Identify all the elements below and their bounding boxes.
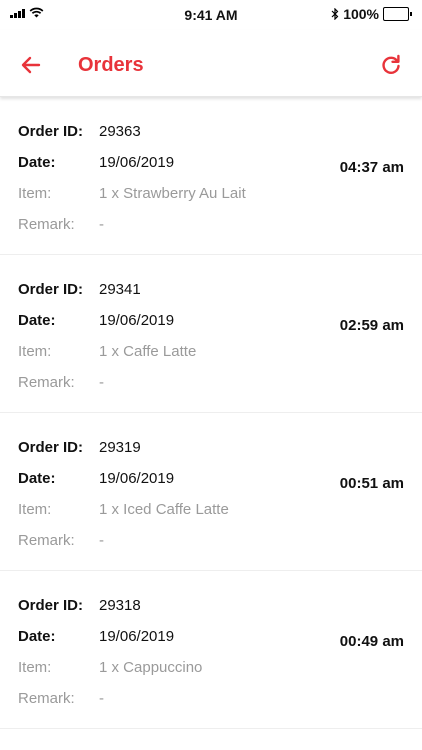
item-row: Item: 1 x Caffe Latte xyxy=(18,343,196,360)
order-id-value: 29363 xyxy=(99,123,141,140)
remark-value: - xyxy=(99,690,104,707)
date-label: Date: xyxy=(18,628,56,645)
refresh-button[interactable] xyxy=(378,52,404,78)
remark-label: Remark: xyxy=(18,216,75,233)
date-value: 19/06/2019 xyxy=(99,312,175,329)
remark-label: Remark: xyxy=(18,532,75,549)
remark-row: Remark: - xyxy=(18,216,104,233)
remark-row: Remark: - xyxy=(18,690,104,707)
date-label: Date: xyxy=(18,154,56,171)
date-label: Date: xyxy=(18,470,56,487)
remark-label: Remark: xyxy=(18,374,75,391)
item-label: Item: xyxy=(18,501,52,518)
bluetooth-icon xyxy=(331,8,339,20)
order-id-label: Order ID: xyxy=(18,597,84,614)
remark-row: Remark: - xyxy=(18,532,104,549)
order-time: 02:59 am xyxy=(339,317,404,334)
order-time: 00:49 am xyxy=(339,633,404,650)
order-id-row: Order ID: 29341 xyxy=(18,281,141,298)
item-label: Item: xyxy=(18,343,52,360)
order-id-value: 29341 xyxy=(99,281,141,298)
arrow-left-icon xyxy=(21,56,41,74)
date-label: Date: xyxy=(18,312,56,329)
date-value: 19/06/2019 xyxy=(99,154,175,171)
page-title: Orders xyxy=(78,54,144,76)
order-id-row: Order ID: 29363 xyxy=(18,123,141,140)
remark-value: - xyxy=(99,374,104,391)
date-value: 19/06/2019 xyxy=(99,628,175,645)
item-value: 1 x Strawberry Au Lait xyxy=(99,185,246,202)
date-row: Date: 19/06/2019 xyxy=(18,154,174,171)
refresh-icon xyxy=(382,54,400,74)
date-row: Date: 19/06/2019 xyxy=(18,470,174,487)
item-value: 1 x Caffe Latte xyxy=(99,343,197,360)
remark-row: Remark: - xyxy=(18,374,104,391)
date-row: Date: 19/06/2019 xyxy=(18,312,174,329)
order-id-value: 29318 xyxy=(99,597,141,614)
date-row: Date: 19/06/2019 xyxy=(18,628,174,645)
item-label: Item: xyxy=(18,659,52,676)
order-id-label: Order ID: xyxy=(18,439,84,456)
item-value: 1 x Iced Caffe Latte xyxy=(99,501,229,518)
date-value: 19/06/2019 xyxy=(99,470,175,487)
item-row: Item: 1 x Iced Caffe Latte xyxy=(18,501,229,518)
battery-icon xyxy=(383,7,409,21)
order-card[interactable]: Order ID: 29319 Date: 19/06/2019 Item: 1… xyxy=(0,413,422,571)
order-list: Order ID: 29363 Date: 19/06/2019 Item: 1… xyxy=(0,97,422,729)
status-right: 100% xyxy=(331,6,412,22)
remark-value: - xyxy=(99,216,104,233)
order-id-label: Order ID: xyxy=(18,281,84,298)
order-id-label: Order ID: xyxy=(18,123,84,140)
order-id-row: Order ID: 29318 xyxy=(18,597,141,614)
order-time: 04:37 am xyxy=(339,159,404,176)
battery-percent: 100% xyxy=(343,6,379,22)
remark-label: Remark: xyxy=(18,690,75,707)
order-card[interactable]: Order ID: 29363 Date: 19/06/2019 Item: 1… xyxy=(0,97,422,255)
order-card[interactable]: Order ID: 29341 Date: 19/06/2019 Item: 1… xyxy=(0,255,422,413)
item-value: 1 x Cappuccino xyxy=(99,659,203,676)
order-time: 00:51 am xyxy=(339,475,404,492)
item-row: Item: 1 x Strawberry Au Lait xyxy=(18,185,246,202)
remark-value: - xyxy=(99,532,104,549)
item-row: Item: 1 x Cappuccino xyxy=(18,659,202,676)
app-bar: Orders xyxy=(0,30,422,97)
back-button[interactable] xyxy=(18,52,44,78)
status-bar: 9:41 AM 100% xyxy=(0,0,422,30)
order-id-row: Order ID: 29319 xyxy=(18,439,141,456)
item-label: Item: xyxy=(18,185,52,202)
order-id-value: 29319 xyxy=(99,439,141,456)
order-card[interactable]: Order ID: 29318 Date: 19/06/2019 Item: 1… xyxy=(0,571,422,729)
